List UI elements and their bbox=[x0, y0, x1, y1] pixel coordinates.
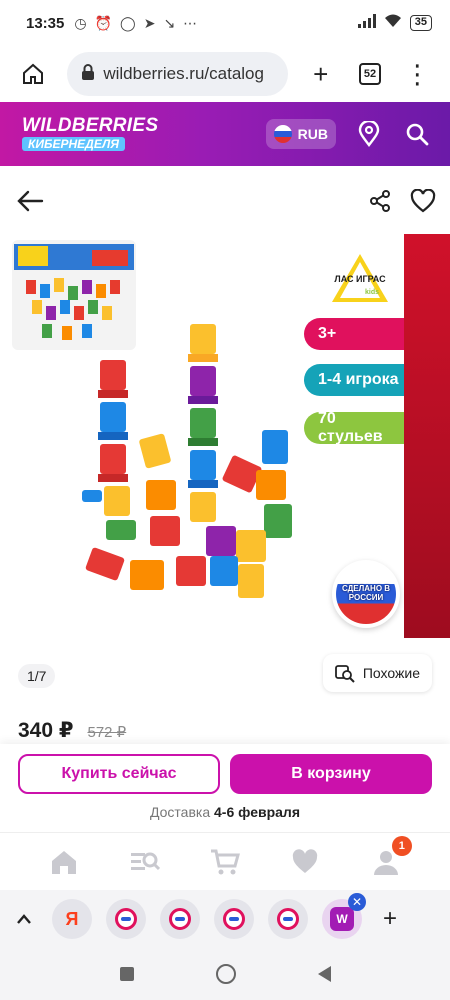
tab-wb-4[interactable] bbox=[268, 899, 308, 939]
price-row: 340 ₽ 572 ₽ bbox=[18, 718, 126, 743]
delivery-info: Доставка 4-6 февраля bbox=[18, 804, 432, 820]
more-vert-icon: ⋮ bbox=[404, 58, 431, 89]
plus-icon: + bbox=[313, 58, 329, 89]
made-in-russia-text: СДЕЛАНО В РОССИИ bbox=[336, 564, 396, 624]
yandex-icon: Я bbox=[65, 908, 79, 929]
address-bar[interactable]: wildberries.ru/catalog bbox=[67, 52, 288, 96]
back-system-button[interactable] bbox=[317, 966, 331, 982]
wb-tab-icon bbox=[169, 908, 191, 930]
chairs-count-badge: 70 стульев bbox=[304, 410, 404, 445]
wb-tab-icon bbox=[277, 908, 299, 930]
product-gallery[interactable]: ЛАС ИГРАС kids 3+ 1-4 игрока 70 стульев … bbox=[0, 234, 450, 704]
made-in-russia-badge: СДЕЛАНО В РОССИИ bbox=[332, 560, 400, 628]
old-price: 572 ₽ bbox=[87, 724, 127, 741]
more-notifications-icon: ⋯ bbox=[183, 14, 198, 31]
share-icon bbox=[370, 189, 390, 212]
telegram-icon: ➤ bbox=[143, 14, 156, 31]
wifi-icon bbox=[384, 14, 402, 32]
missed-call-icon: ↘ bbox=[163, 14, 176, 31]
delivery-dates: 4-6 февраля bbox=[214, 804, 300, 820]
home-icon bbox=[22, 63, 43, 84]
purchase-panel: Купить сейчас В корзину Доставка 4-6 фев… bbox=[0, 744, 450, 832]
buy-now-button[interactable]: Купить сейчас bbox=[18, 754, 220, 794]
currency-label: RUB bbox=[297, 126, 328, 142]
status-time: 13:35 bbox=[26, 14, 65, 32]
tab-count: 52 bbox=[358, 63, 381, 85]
brand-logo: ЛАС ИГРАС kids bbox=[330, 252, 390, 304]
wb-tab-icon bbox=[115, 908, 137, 930]
system-nav-bar bbox=[0, 948, 450, 1000]
current-price: 340 ₽ bbox=[18, 719, 74, 742]
browser-tab-strip: Я W ✕ + bbox=[0, 890, 450, 948]
delivery-label: Доставка bbox=[150, 804, 211, 820]
similar-label: Похожие bbox=[362, 665, 420, 681]
home-button[interactable] bbox=[12, 53, 53, 95]
wildberries-app-icon: W bbox=[330, 907, 354, 931]
russia-flag-icon bbox=[273, 125, 292, 143]
product-image bbox=[82, 324, 292, 598]
whatsapp-icon: ◯ bbox=[120, 14, 136, 31]
back-button[interactable] bbox=[16, 189, 44, 218]
collapse-tabs-button[interactable] bbox=[10, 905, 38, 933]
location-button[interactable] bbox=[354, 119, 384, 149]
new-tab-button[interactable]: + bbox=[300, 53, 341, 95]
nav-profile[interactable]: 1 bbox=[368, 835, 412, 880]
home-system-button[interactable] bbox=[215, 964, 236, 984]
status-bar: 13:35 ◷ ⏰ ◯ ➤ ↘ ⋯ 35 bbox=[0, 0, 450, 46]
search-icon bbox=[406, 123, 429, 146]
wb-tab-icon bbox=[223, 908, 245, 930]
share-button[interactable] bbox=[368, 189, 392, 218]
tab-wb-1[interactable] bbox=[106, 899, 146, 939]
logo-promo: КИБЕРНЕДЕЛЯ bbox=[22, 137, 125, 151]
similar-search-icon bbox=[334, 665, 355, 683]
alarm-icon: ⏰ bbox=[94, 14, 113, 31]
chevron-up-icon bbox=[17, 914, 31, 924]
lock-icon bbox=[81, 63, 95, 85]
cart-icon bbox=[210, 849, 240, 874]
nav-home[interactable] bbox=[46, 844, 82, 880]
tab-yandex[interactable]: Я bbox=[52, 899, 92, 939]
brand-name: ЛАС ИГРАС bbox=[334, 274, 386, 284]
favorite-button[interactable] bbox=[410, 188, 436, 218]
heart-icon bbox=[293, 848, 318, 873]
home-icon bbox=[52, 850, 77, 874]
clock-icon: ◷ bbox=[74, 14, 87, 31]
search-button[interactable] bbox=[402, 119, 432, 149]
currency-selector[interactable]: RUB bbox=[265, 119, 336, 149]
browser-menu-button[interactable]: ⋮ bbox=[397, 53, 438, 95]
similar-button[interactable]: Похожие bbox=[322, 654, 432, 692]
players-badge: 1-4 игрока bbox=[304, 364, 404, 396]
app-bottom-nav: 1 bbox=[0, 832, 450, 890]
browser-toolbar: wildberries.ru/catalog + 52 ⋮ bbox=[0, 46, 450, 102]
close-tab-icon[interactable]: ✕ bbox=[348, 893, 366, 911]
nav-catalog[interactable] bbox=[127, 844, 163, 880]
nav-favorites[interactable] bbox=[287, 844, 323, 880]
add-tab-button[interactable]: + bbox=[376, 905, 404, 933]
image-counter: 1/7 bbox=[18, 664, 56, 688]
tab-wb-2[interactable] bbox=[160, 899, 200, 939]
next-image-preview[interactable] bbox=[404, 234, 450, 638]
wildberries-logo[interactable]: WILDBERRIES КИБЕРНЕДЕЛЯ bbox=[22, 116, 158, 152]
logo-title: WILDBERRIES bbox=[22, 115, 159, 136]
arrow-left-icon bbox=[17, 190, 44, 211]
battery-indicator: 35 bbox=[409, 15, 432, 31]
brand-sub: kids bbox=[365, 289, 379, 296]
recent-apps-button[interactable] bbox=[119, 967, 134, 981]
catalog-search-icon bbox=[130, 852, 160, 870]
tab-wildberries-active[interactable]: W ✕ bbox=[322, 893, 366, 939]
url-text: wildberries.ru/catalog bbox=[103, 64, 264, 83]
tab-switcher-button[interactable]: 52 bbox=[349, 53, 390, 95]
product-nav bbox=[0, 180, 450, 226]
plus-icon: + bbox=[382, 905, 397, 932]
nav-cart[interactable] bbox=[207, 844, 243, 880]
site-header: WILDBERRIES КИБЕРНЕДЕЛЯ RUB bbox=[0, 102, 450, 166]
profile-notification-badge: 1 bbox=[391, 835, 412, 856]
status-icons: ◷ ⏰ ◯ ➤ ↘ ⋯ bbox=[74, 15, 197, 32]
add-to-cart-button[interactable]: В корзину bbox=[230, 754, 432, 794]
heart-icon bbox=[410, 188, 436, 212]
age-badge: 3+ bbox=[304, 318, 404, 350]
tab-wb-3[interactable] bbox=[214, 899, 254, 939]
location-pin-icon bbox=[358, 121, 380, 147]
signal-icon bbox=[357, 14, 376, 32]
